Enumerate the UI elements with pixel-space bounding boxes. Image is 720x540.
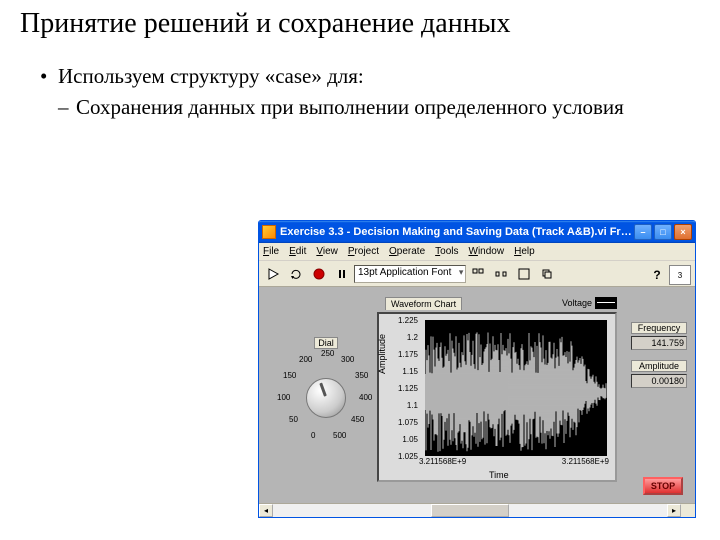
scroll-left-button[interactable]: ◂ — [259, 504, 273, 517]
labview-icon — [262, 225, 276, 239]
menu-edit[interactable]: Edit — [289, 246, 306, 257]
dial-group: Dial 0 50 100 150 200 250 300 350 400 45… — [271, 337, 381, 443]
amplitude-label: Amplitude — [631, 360, 687, 372]
ytick-8: 1.225 — [378, 316, 418, 325]
slide-title: Принятие решений и сохранение данных — [0, 0, 720, 44]
menu-bar: File Edit View Project Operate Tools Win… — [259, 243, 695, 261]
run-continuous-button[interactable] — [285, 264, 307, 284]
frequency-label: Frequency — [631, 322, 687, 334]
window-title: Exercise 3.3 - Decision Making and Savin… — [280, 226, 632, 238]
dial-tick-200: 200 — [299, 355, 312, 364]
dial-tick-0: 0 — [311, 431, 315, 440]
stop-button[interactable]: STOP — [643, 477, 683, 495]
bullet-list: Используем структуру «case» для: Сохране… — [0, 44, 720, 134]
dial-tick-250: 250 — [321, 349, 334, 358]
ytick-0: 1.025 — [378, 452, 418, 461]
dial-tick-400: 400 — [359, 393, 372, 402]
legend-swatch — [595, 297, 617, 309]
maximize-button[interactable]: □ — [654, 224, 672, 240]
titlebar[interactable]: Exercise 3.3 - Decision Making and Savin… — [259, 221, 695, 243]
scroll-right-button[interactable]: ▸ — [667, 504, 681, 517]
run-button[interactable] — [262, 264, 284, 284]
close-button[interactable]: × — [674, 224, 692, 240]
xtick-1: 3.211568E+9 — [562, 457, 609, 466]
dial-tick-50: 50 — [289, 415, 298, 424]
dial-tick-350: 350 — [355, 371, 368, 380]
context-help-button[interactable]: ? — [646, 265, 668, 285]
dial-tick-150: 150 — [283, 371, 296, 380]
dial-label: Dial — [314, 337, 338, 349]
align-button[interactable] — [467, 264, 489, 284]
horizontal-scrollbar[interactable]: ◂ ▸ — [259, 503, 695, 517]
menu-project[interactable]: Project — [348, 246, 379, 257]
chart-legend: Voltage — [562, 297, 617, 309]
legend-label: Voltage — [562, 298, 592, 308]
frequency-value: 141.759 — [631, 336, 687, 350]
menu-operate[interactable]: Operate — [389, 246, 425, 257]
x-axis-label: Time — [489, 470, 509, 480]
dial-tick-450: 450 — [351, 415, 364, 424]
xtick-0: 3.211568E+9 — [419, 457, 466, 466]
chart-tab: Waveform Chart — [385, 297, 462, 310]
abort-button[interactable] — [308, 264, 330, 284]
readouts: Frequency 141.759 Amplitude 0.00180 — [631, 322, 687, 398]
labview-window: Exercise 3.3 - Decision Making and Savin… — [258, 220, 696, 518]
reorder-button[interactable] — [536, 264, 558, 284]
dial-tick-300: 300 — [341, 355, 354, 364]
distribute-button[interactable] — [490, 264, 512, 284]
font-selector[interactable]: 13pt Application Font — [354, 265, 466, 283]
waveform-chart: Waveform Chart Voltage Amplitude Time 1.… — [377, 297, 617, 485]
dial-tick-100: 100 — [277, 393, 290, 402]
amplitude-value: 0.00180 — [631, 374, 687, 388]
resize-grip[interactable] — [681, 504, 695, 517]
waveform-trace — [425, 320, 607, 456]
pause-button[interactable] — [331, 264, 353, 284]
ytick-5: 1.15 — [378, 367, 418, 376]
plot-canvas — [425, 320, 607, 456]
ytick-2: 1.075 — [378, 418, 418, 427]
scroll-thumb[interactable] — [431, 504, 510, 517]
ytick-3: 1.1 — [378, 401, 418, 410]
vi-icon[interactable]: 3 — [669, 265, 691, 285]
ytick-6: 1.175 — [378, 350, 418, 359]
toolbar: 13pt Application Font — [259, 261, 695, 287]
ytick-4: 1.125 — [378, 384, 418, 393]
minimize-button[interactable]: – — [634, 224, 652, 240]
bullet-1: Используем структуру «case» для: — [40, 64, 680, 89]
scroll-track[interactable] — [273, 504, 667, 517]
toolbar-right: ? 3 — [646, 263, 691, 287]
menu-tools[interactable]: Tools — [435, 246, 458, 257]
front-panel: Dial 0 50 100 150 200 250 300 350 400 45… — [259, 287, 695, 503]
menu-view[interactable]: View — [316, 246, 338, 257]
chart-frame: Amplitude Time 1.025 1.05 1.075 1.1 1.12… — [377, 312, 617, 482]
menu-window[interactable]: Window — [469, 246, 505, 257]
ytick-1: 1.05 — [378, 435, 418, 444]
menu-file[interactable]: File — [263, 246, 279, 257]
bullet-2: Сохранения данных при выполнении определ… — [40, 95, 680, 120]
ytick-7: 1.2 — [378, 333, 418, 342]
resize-button[interactable] — [513, 264, 535, 284]
dial-tick-500: 500 — [333, 431, 346, 440]
dial-knob[interactable] — [306, 378, 346, 418]
menu-help[interactable]: Help — [514, 246, 535, 257]
dial-control[interactable]: 0 50 100 150 200 250 300 350 400 450 500 — [281, 353, 371, 443]
